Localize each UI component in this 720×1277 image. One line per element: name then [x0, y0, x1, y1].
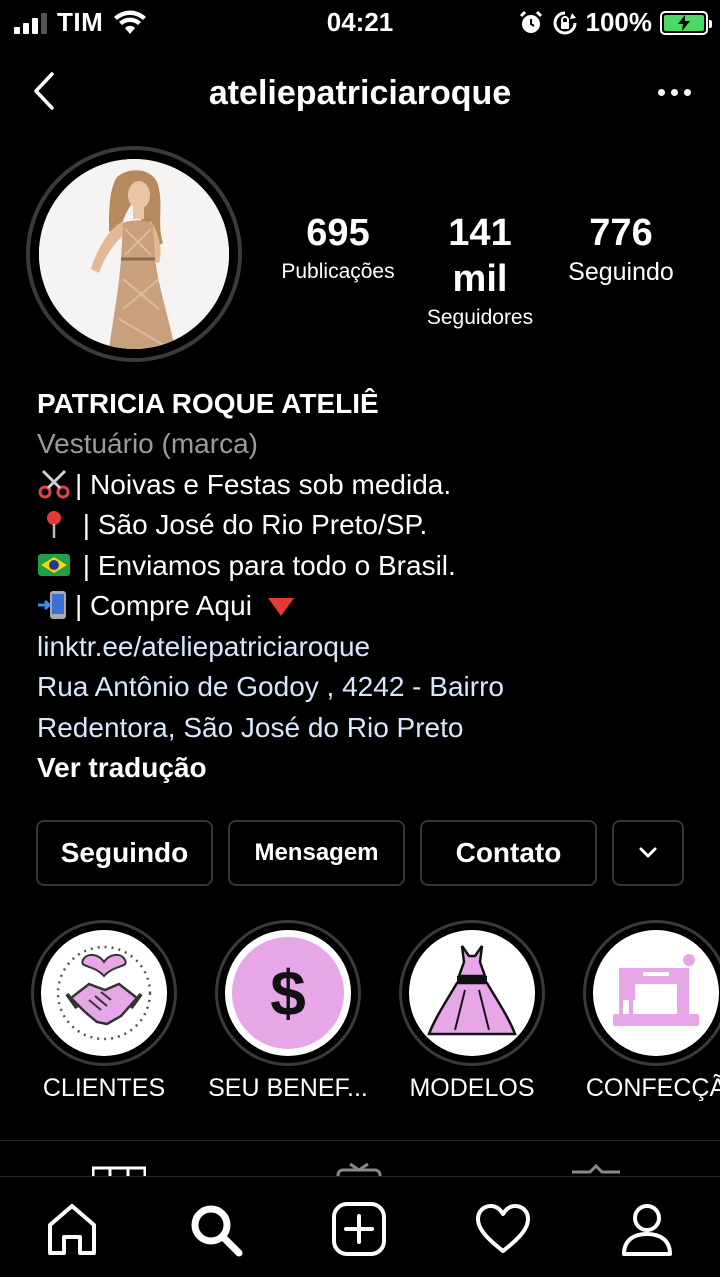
red-triangle-down-icon [267, 598, 294, 616]
profile-stats: 695 Publicações 141 mil Seguidores 776 S… [268, 210, 708, 329]
status-bar: TIM 04:21 100% [0, 0, 720, 44]
profile-tabs [0, 1158, 720, 1178]
bio-line-4: | Compre Aqui [37, 586, 697, 627]
bio-line-2-text: | São José do Rio Preto/SP. [75, 509, 428, 540]
profile-category: Vestuário (marca) [37, 428, 258, 459]
dress-icon [409, 930, 535, 1056]
stat-posts[interactable]: 695 Publicações [276, 210, 400, 288]
following-button[interactable]: Seguindo [36, 820, 213, 886]
profile-header: ateliepatriciaroque [0, 58, 720, 132]
highlight-ring [583, 920, 720, 1066]
profile-username: ateliepatriciaroque [208, 74, 512, 112]
mobile-arrow-icon [38, 591, 66, 619]
followers-count: 141 mil [448, 212, 512, 300]
bio-line-3: | Enviamos para todo o Brasil. [37, 546, 697, 587]
battery-icon [660, 10, 712, 35]
sewing-machine-icon [593, 930, 719, 1056]
bio-line-1-text: | Noivas e Festas sob medida. [75, 468, 452, 500]
highlight-label: MODELOS [409, 1074, 535, 1102]
battery-percent: 100% [585, 7, 653, 37]
stat-followers[interactable]: 141 mil Seguidores [416, 210, 544, 334]
avatar[interactable] [26, 146, 242, 362]
highlight-ring [31, 920, 177, 1066]
profile-display-name: PATRICIA ROQUE ATELIÊ [37, 388, 379, 419]
bio-line-2: | São José do Rio Preto/SP. [37, 505, 697, 546]
suggestions-dropdown-button[interactable] [612, 820, 684, 886]
bottom-navigation [0, 1176, 720, 1277]
activity-heart-icon[interactable] [473, 1199, 533, 1259]
following-label: Seguindo [568, 258, 674, 286]
pin-icon [47, 511, 61, 538]
see-translation-link[interactable]: Ver tradução [37, 748, 697, 789]
message-button[interactable]: Mensagem [228, 820, 405, 886]
tabs-divider [0, 1140, 720, 1141]
highlight-label: CLIENTES [42, 1074, 166, 1102]
address-line-2[interactable]: Redentora, São José do Rio Preto [37, 708, 697, 749]
bio-link[interactable]: linktr.ee/ateliepatriciaroque [37, 627, 697, 668]
posts-label: Publicações [281, 260, 395, 283]
bio-line-4-text: | Compre Aqui [75, 590, 260, 621]
profile-actions: Seguindo Mensagem Contato [36, 820, 686, 886]
posts-count: 695 [306, 212, 370, 254]
bio-line-1: | Noivas e Festas sob medida. [37, 465, 697, 506]
home-icon[interactable] [42, 1199, 102, 1259]
address-line-1[interactable]: Rua Antônio de Godoy , 4242 - Bairro [37, 667, 697, 708]
chevron-down-icon [639, 847, 657, 858]
more-options-icon[interactable] [654, 80, 694, 104]
highlight-label: CONFECÇÃ [585, 1074, 720, 1102]
highlight-ring [399, 920, 545, 1066]
following-count: 776 [589, 212, 653, 254]
highlight-label: SEU BENEF... [208, 1074, 368, 1102]
scissors-icon [38, 469, 70, 498]
contact-button[interactable]: Contato [420, 820, 597, 886]
dollar-icon: $ [225, 930, 351, 1056]
add-post-icon[interactable] [329, 1199, 389, 1259]
followers-label: Seguidores [426, 306, 534, 329]
profile-bio: PATRICIA ROQUE ATELIÊ Vestuário (marca) … [37, 384, 697, 789]
bio-line-3-text: | Enviamos para todo o Brasil. [75, 549, 456, 581]
svg-text:$: $ [270, 957, 306, 1029]
status-right: 100% [518, 7, 712, 38]
rotation-lock-icon [553, 11, 576, 34]
profile-icon[interactable] [617, 1199, 677, 1259]
search-icon[interactable] [185, 1199, 245, 1259]
alarm-icon [519, 10, 542, 33]
story-highlights: CLIENTES $ SEU BENEF... MODELOS CONFECÇÃ [0, 920, 720, 1120]
highlight-ring: $ [215, 920, 361, 1066]
stat-following[interactable]: 776 Seguindo [558, 210, 684, 288]
handshake-heart-icon [41, 930, 167, 1056]
brazil-flag-icon [38, 553, 70, 576]
profile-photo [39, 159, 229, 349]
